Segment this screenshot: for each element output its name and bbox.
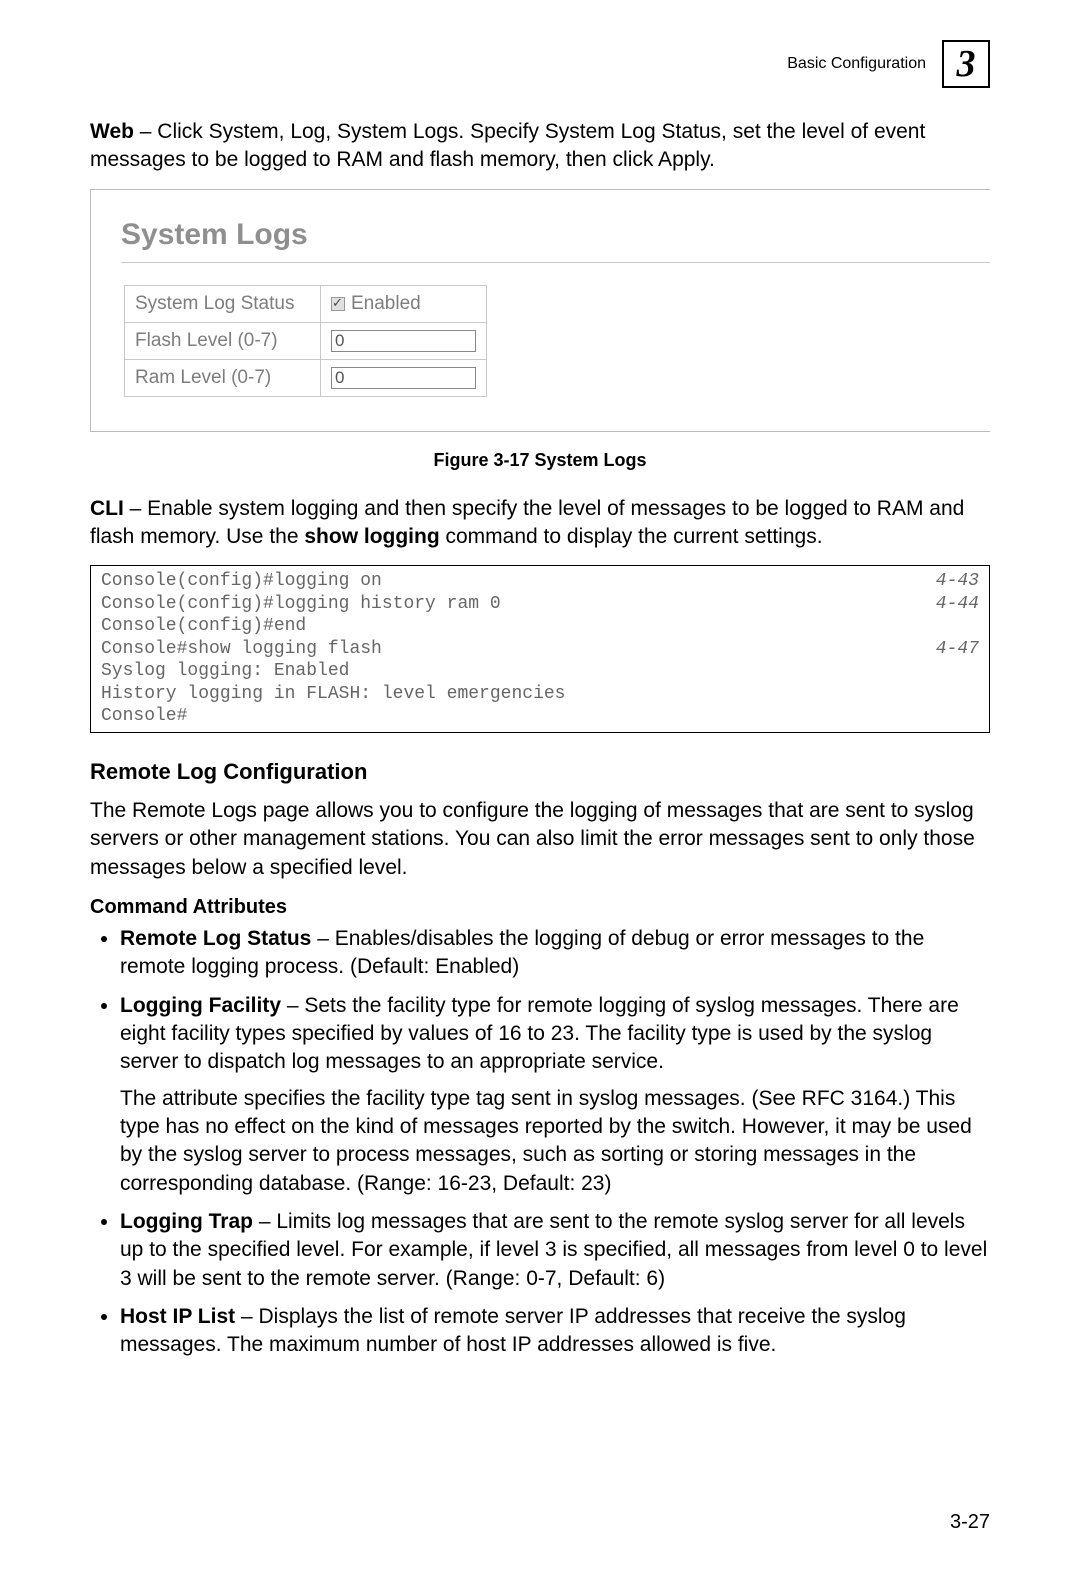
cli-line: Console#show logging flash4-47 <box>101 638 979 661</box>
page-number: 3-27 <box>950 1511 990 1534</box>
web-paragraph: Web – Click System, Log, System Logs. Sp… <box>90 118 990 175</box>
remote-log-intro: The Remote Logs page allows you to confi… <box>90 797 990 882</box>
command-attributes-list: Remote Log Status – Enables/disables the… <box>90 925 990 1360</box>
row-system-log-status: System Log Status Enabled <box>125 285 487 322</box>
row-flash-level: Flash Level (0-7) 0 <box>125 322 487 359</box>
cli-tail: command to display the current settings. <box>440 525 823 548</box>
cli-output: Console(config)#logging on4-43 Console(c… <box>90 565 990 733</box>
cli-prefix: CLI <box>90 497 124 520</box>
page-header: Basic Configuration 3 <box>90 40 990 88</box>
remote-log-heading: Remote Log Configuration <box>90 759 990 785</box>
divider <box>121 262 990 263</box>
cli-line: Console(config)#logging on4-43 <box>101 570 979 593</box>
figure-caption: Figure 3-17 System Logs <box>90 450 990 471</box>
row-ram-level: Ram Level (0-7) 0 <box>125 359 487 396</box>
web-text: – Click System, Log, System Logs. Specif… <box>90 120 925 171</box>
cli-line: Console(config)#end <box>101 615 979 638</box>
cli-line: History logging in FLASH: level emergenc… <box>101 683 979 706</box>
system-log-status-label: System Log Status <box>125 285 321 322</box>
enabled-checkbox[interactable] <box>331 297 345 311</box>
list-item: Logging Trap – Limits log messages that … <box>120 1208 990 1293</box>
cli-paragraph: CLI – Enable system logging and then spe… <box>90 495 990 552</box>
flash-level-label: Flash Level (0-7) <box>125 322 321 359</box>
cli-line: Syslog logging: Enabled <box>101 660 979 683</box>
chapter-number-icon: 3 <box>942 40 990 88</box>
flash-level-input[interactable]: 0 <box>331 330 476 352</box>
ram-level-label: Ram Level (0-7) <box>125 359 321 396</box>
system-logs-form: System Log Status Enabled Flash Level (0… <box>124 285 487 397</box>
cli-line: Console# <box>101 705 979 728</box>
system-logs-screenshot: System Logs System Log Status Enabled Fl… <box>90 189 990 432</box>
ram-level-input[interactable]: 0 <box>331 367 476 389</box>
header-title: Basic Configuration <box>787 55 926 73</box>
web-prefix: Web <box>90 120 134 143</box>
list-item: Logging Facility – Sets the facility typ… <box>120 992 990 1198</box>
cli-command: show logging <box>304 525 439 548</box>
list-item: Remote Log Status – Enables/disables the… <box>120 925 990 982</box>
screenshot-title: System Logs <box>121 218 990 252</box>
list-item: Host IP List – Displays the list of remo… <box>120 1303 990 1360</box>
enabled-checkbox-label: Enabled <box>351 293 421 314</box>
cli-line: Console(config)#logging history ram 04-4… <box>101 593 979 616</box>
command-attributes-heading: Command Attributes <box>90 896 990 919</box>
